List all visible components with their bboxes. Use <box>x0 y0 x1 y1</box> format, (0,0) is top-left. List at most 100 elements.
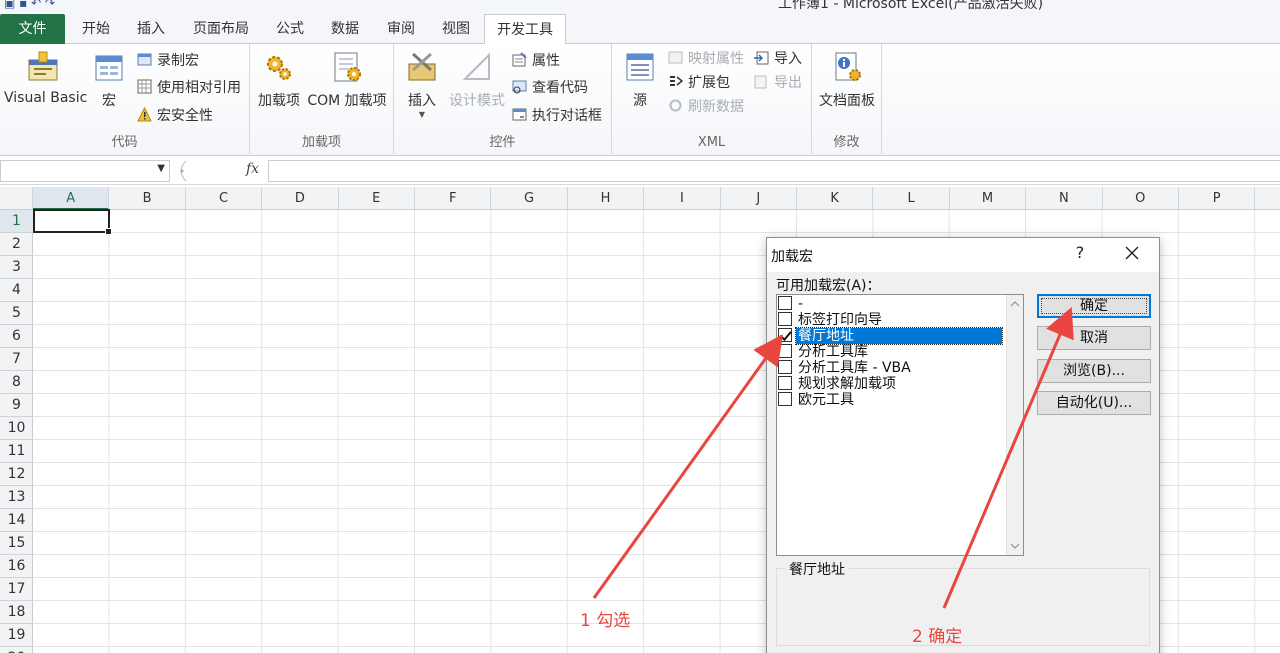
addins-listbox[interactable]: - 标签打印向导 餐厅地址 分析工具库 分析工具库 - VBA 规划求解加载项 … <box>776 294 1024 556</box>
row-headers: 1234567891011121314151617181920 <box>0 210 33 653</box>
close-icon[interactable] <box>1119 240 1145 266</box>
export-button[interactable]: 导出 <box>754 72 802 94</box>
record-macro-icon <box>137 53 152 66</box>
column-header[interactable]: D <box>262 187 339 210</box>
map-properties-button[interactable]: 映射属性 <box>668 48 744 70</box>
name-box[interactable]: ▼ <box>0 160 170 182</box>
tab-page-layout[interactable]: 页面布局 <box>182 14 260 44</box>
design-mode-button[interactable]: 设计模式 <box>446 50 508 110</box>
chevron-down-icon[interactable]: ▼ <box>157 163 165 174</box>
tab-home[interactable]: 开始 <box>70 14 122 44</box>
addin-item[interactable]: 分析工具库 <box>778 344 1004 360</box>
addin-checkbox[interactable] <box>778 392 792 406</box>
refresh-data-button[interactable]: 刷新数据 <box>668 96 744 118</box>
cancel-button[interactable]: 取消 <box>1037 326 1151 350</box>
row-header[interactable]: 8 <box>0 371 33 394</box>
row-header[interactable]: 10 <box>0 417 33 440</box>
column-header[interactable]: N <box>1026 187 1103 210</box>
tab-developer[interactable]: 开发工具 <box>484 14 566 45</box>
addin-checkbox[interactable] <box>778 296 792 310</box>
column-header[interactable]: E <box>339 187 415 210</box>
addin-item[interactable]: 规划求解加载项 <box>778 376 1004 392</box>
addin-item[interactable]: 标签打印向导 <box>778 312 1004 328</box>
tab-review[interactable]: 审阅 <box>376 14 426 44</box>
addin-checkbox[interactable] <box>778 312 792 326</box>
document-panel-button[interactable]: 文档面板 <box>816 50 878 110</box>
row-header[interactable]: 11 <box>0 440 33 463</box>
document-panel-icon <box>835 52 861 81</box>
addins-button[interactable]: 加载项 <box>256 50 302 110</box>
row-header[interactable]: 6 <box>0 325 33 348</box>
row-header[interactable]: 9 <box>0 394 33 417</box>
tab-formulas[interactable]: 公式 <box>266 14 314 44</box>
row-header[interactable]: 4 <box>0 279 33 302</box>
column-header[interactable]: A <box>33 187 110 210</box>
macros-button[interactable]: 宏 <box>90 50 128 110</box>
column-header[interactable]: H <box>568 187 645 210</box>
column-header[interactable]: B <box>109 187 186 210</box>
column-header[interactable]: O <box>1103 187 1179 210</box>
xml-source-button[interactable]: 源 <box>622 50 658 110</box>
run-dialog-button[interactable]: 执行对话框 <box>512 105 602 127</box>
quick-access-icons[interactable]: ▣ ▪ ↶ ↷ <box>4 0 55 10</box>
annotation-step2: 2 确定 <box>912 627 963 647</box>
macro-security-button[interactable]: 宏安全性 <box>137 105 213 127</box>
insert-function-button[interactable]: fx <box>246 161 259 177</box>
addin-item[interactable]: 欧元工具 <box>778 392 1004 408</box>
column-header[interactable]: J <box>721 187 797 210</box>
record-macro-button[interactable]: 录制宏 <box>137 50 199 72</box>
row-header[interactable]: 7 <box>0 348 33 371</box>
row-header[interactable]: 15 <box>0 532 33 555</box>
ok-button[interactable]: 确定 <box>1037 294 1151 318</box>
row-header[interactable]: 12 <box>0 463 33 486</box>
vertical-scrollbar[interactable] <box>1006 295 1023 555</box>
row-header[interactable]: 17 <box>0 578 33 601</box>
row-header[interactable]: 1 <box>0 210 33 233</box>
select-all-corner[interactable] <box>0 187 33 210</box>
addin-item[interactable]: 分析工具库 - VBA <box>778 360 1004 376</box>
tab-file[interactable]: 文件 <box>0 14 65 44</box>
tab-view[interactable]: 视图 <box>430 14 482 44</box>
row-header[interactable]: 16 <box>0 555 33 578</box>
row-header[interactable]: 5 <box>0 302 33 325</box>
scroll-down-icon[interactable] <box>1010 541 1020 551</box>
row-header[interactable]: 3 <box>0 256 33 279</box>
column-header[interactable]: C <box>186 187 263 210</box>
view-code-button[interactable]: 查看代码 <box>512 77 588 99</box>
row-header[interactable]: 2 <box>0 233 33 256</box>
addin-item-selected[interactable]: 餐厅地址 <box>778 327 1004 345</box>
help-button[interactable]: ? <box>1071 243 1089 262</box>
properties-button[interactable]: 属性 <box>512 50 560 72</box>
insert-control-button[interactable]: 插入 ▼ <box>402 50 442 119</box>
column-header[interactable]: G <box>491 187 568 210</box>
column-header[interactable]: M <box>950 187 1027 210</box>
addin-checkbox[interactable] <box>778 360 792 374</box>
column-header[interactable]: I <box>644 187 721 210</box>
tab-insert[interactable]: 插入 <box>126 14 176 44</box>
com-addins-button[interactable]: COM 加载项 <box>304 50 390 110</box>
insert-control-label: 插入 <box>408 93 436 109</box>
scroll-up-icon[interactable] <box>1010 299 1020 309</box>
row-header[interactable]: 20 <box>0 647 33 653</box>
browse-button[interactable]: 浏览(B)... <box>1037 359 1151 383</box>
addin-checkbox[interactable] <box>778 344 792 358</box>
row-header[interactable]: 13 <box>0 486 33 509</box>
row-header[interactable]: 14 <box>0 509 33 532</box>
addin-item[interactable]: - <box>778 296 1004 312</box>
import-button[interactable]: 导入 <box>754 48 802 70</box>
row-header[interactable]: 18 <box>0 601 33 624</box>
relative-reference-button[interactable]: 使用相对引用 <box>137 77 241 99</box>
visual-basic-button[interactable]: Visual Basic <box>4 50 87 106</box>
row-header[interactable]: 19 <box>0 624 33 647</box>
active-cell[interactable] <box>33 209 112 235</box>
automation-button[interactable]: 自动化(U)... <box>1037 391 1151 415</box>
formula-input[interactable] <box>268 160 1280 182</box>
column-header[interactable]: P <box>1179 187 1256 210</box>
addin-checkbox[interactable] <box>778 376 792 390</box>
column-header[interactable]: L <box>873 187 950 210</box>
expansion-packs-button[interactable]: 扩展包 <box>668 72 730 94</box>
tab-data[interactable]: 数据 <box>320 14 370 44</box>
addin-checkbox-checked[interactable] <box>778 328 792 342</box>
column-header[interactable]: F <box>415 187 492 210</box>
column-header[interactable]: K <box>797 187 874 210</box>
